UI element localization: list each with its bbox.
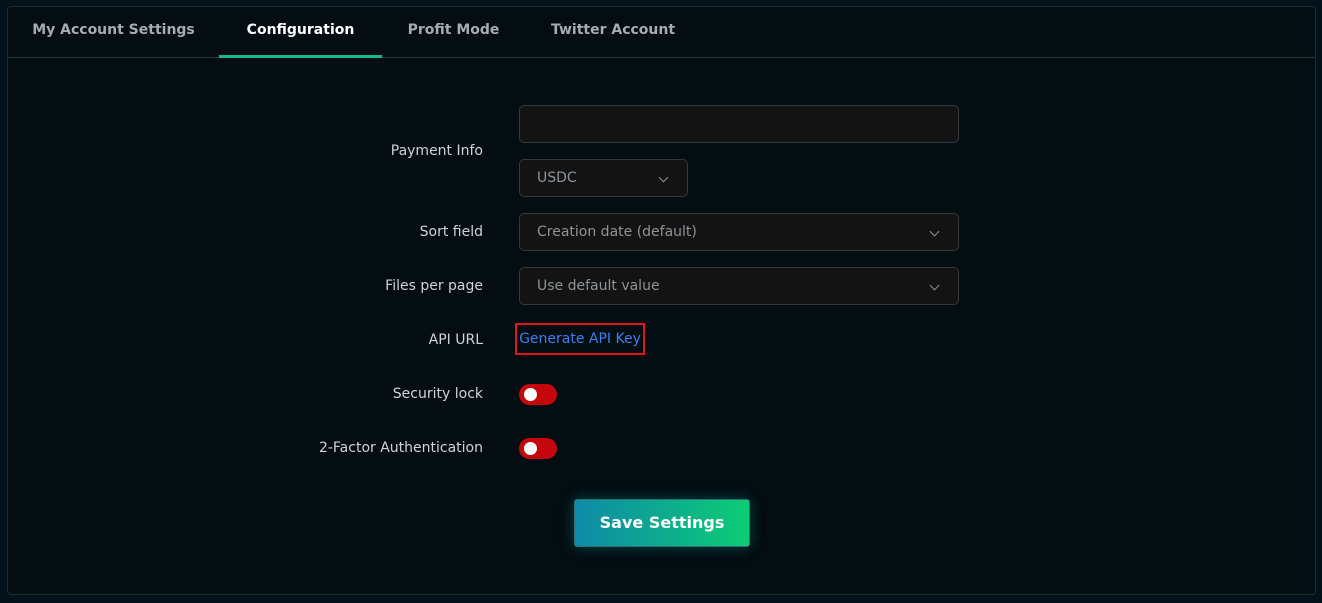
currency-select-value: USDC bbox=[537, 170, 577, 186]
tab-bar: My Account Settings Configuration Profit… bbox=[8, 7, 1315, 58]
sort-field-select[interactable]: Creation date (default) bbox=[519, 213, 959, 251]
api-url-label: API URL bbox=[428, 332, 483, 348]
payment-info-input[interactable] bbox=[519, 105, 959, 143]
tab-profit-mode[interactable]: Profit Mode bbox=[382, 7, 525, 57]
settings-panel: My Account Settings Configuration Profit… bbox=[7, 6, 1316, 595]
sort-field-label: Sort field bbox=[419, 224, 483, 240]
currency-select[interactable]: USDC bbox=[519, 159, 688, 197]
files-per-page-select[interactable]: Use default value bbox=[519, 267, 959, 305]
tab-configuration[interactable]: Configuration bbox=[219, 7, 382, 58]
tab-twitter-account[interactable]: Twitter Account bbox=[525, 7, 701, 57]
security-lock-toggle[interactable] bbox=[519, 384, 557, 405]
security-lock-label: Security lock bbox=[392, 386, 483, 402]
files-per-page-label: Files per page bbox=[385, 278, 483, 294]
two-factor-toggle[interactable] bbox=[519, 438, 557, 459]
save-settings-button[interactable]: Save Settings bbox=[574, 499, 750, 547]
files-per-page-value: Use default value bbox=[537, 278, 660, 294]
sort-field-value: Creation date (default) bbox=[537, 224, 697, 240]
toggle-knob bbox=[524, 442, 537, 455]
payment-info-label: Payment Info bbox=[390, 143, 483, 159]
chevron-down-icon bbox=[929, 280, 940, 291]
two-factor-label: 2-Factor Authentication bbox=[318, 440, 483, 456]
generate-api-key-link[interactable]: Generate API Key bbox=[515, 323, 645, 355]
tab-my-account-settings[interactable]: My Account Settings bbox=[8, 7, 219, 57]
chevron-down-icon bbox=[929, 226, 940, 237]
chevron-down-icon bbox=[658, 172, 669, 183]
toggle-knob bbox=[524, 388, 537, 401]
